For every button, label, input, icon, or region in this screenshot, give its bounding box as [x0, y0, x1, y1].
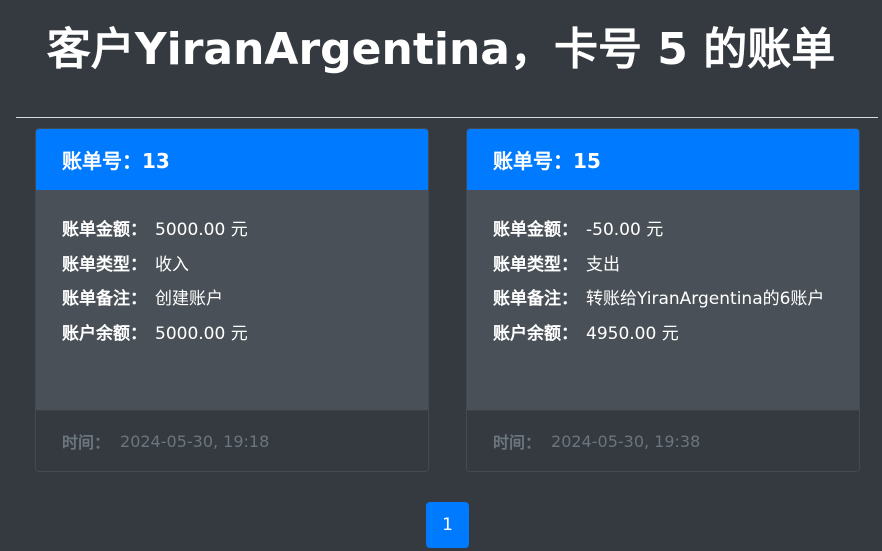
bill-card: 账单号：15 账单金额： -50.00 元 账单类型： 支出 账单备注： 转账给Yir…	[466, 128, 860, 472]
bill-amount-value: 5000.00 元	[155, 220, 248, 240]
bill-type-label: 账单类型：	[62, 254, 147, 275]
bill-note-value: 转账给YiranArgentina的6账户	[586, 289, 825, 309]
bill-amount-label: 账单金额：	[62, 220, 147, 240]
bill-card-body: 账单金额： -50.00 元 账单类型： 支出 账单备注： 转账给YiranArgen…	[467, 190, 859, 410]
bill-note-label: 账单备注：	[493, 289, 578, 309]
bill-card-header: 账单号：15	[467, 129, 859, 190]
bill-note-label: 账单备注：	[62, 289, 147, 309]
bill-time-value: 2024-05-30, 19:38	[551, 431, 701, 451]
bill-card-body: 账单金额： 5000.00 元 账单类型： 收入 账单备注： 创建账户 账户余额： 50…	[36, 190, 428, 410]
bill-amount-value: -50.00 元	[586, 220, 664, 240]
bill-amount-row: 账单金额： -50.00 元	[493, 217, 833, 243]
bill-time-value: 2024-05-30, 19:18	[120, 431, 270, 451]
bill-note-row: 账单备注： 转账给YiranArgentina的6账户	[493, 286, 833, 312]
bill-note-row: 账单备注： 创建账户	[62, 286, 402, 312]
bill-balance-row: 账户余额： 4950.00 元	[493, 321, 833, 347]
bill-type-value: 支出	[586, 254, 620, 275]
bill-balance-value: 5000.00 元	[155, 323, 248, 344]
bill-type-row: 账单类型： 支出	[493, 252, 833, 278]
title-divider	[16, 117, 878, 118]
bill-type-row: 账单类型： 收入	[62, 252, 402, 278]
bill-balance-row: 账户余额： 5000.00 元	[62, 321, 402, 347]
bill-card-footer: 时间： 2024-05-30, 19:38	[467, 410, 859, 471]
bill-balance-label: 账户余额：	[62, 323, 147, 344]
bill-balance-value: 4950.00 元	[586, 323, 679, 344]
bill-type-label: 账单类型：	[493, 254, 578, 275]
bill-card-header: 账单号：13	[36, 129, 428, 190]
bill-card-footer: 时间： 2024-05-30, 19:18	[36, 410, 428, 471]
bill-amount-label: 账单金额：	[493, 220, 578, 240]
bill-card: 账单号：13 账单金额： 5000.00 元 账单类型： 收入 账单备注： 创建账户 …	[35, 128, 429, 472]
bill-note-value: 创建账户	[155, 289, 223, 309]
bill-type-value: 收入	[155, 254, 189, 275]
page-title: 客户YiranArgentina，卡号 5 的账单	[46, 24, 836, 75]
page: 客户YiranArgentina，卡号 5 的账单 账单号：13 账单金额： 50…	[0, 0, 882, 551]
pagination-page-1-button[interactable]: 1	[426, 502, 469, 548]
bill-time-label: 时间：	[493, 433, 542, 452]
bill-amount-row: 账单金额： 5000.00 元	[62, 217, 402, 243]
bill-balance-label: 账户余额：	[493, 323, 578, 344]
bill-time-label: 时间：	[62, 433, 111, 452]
